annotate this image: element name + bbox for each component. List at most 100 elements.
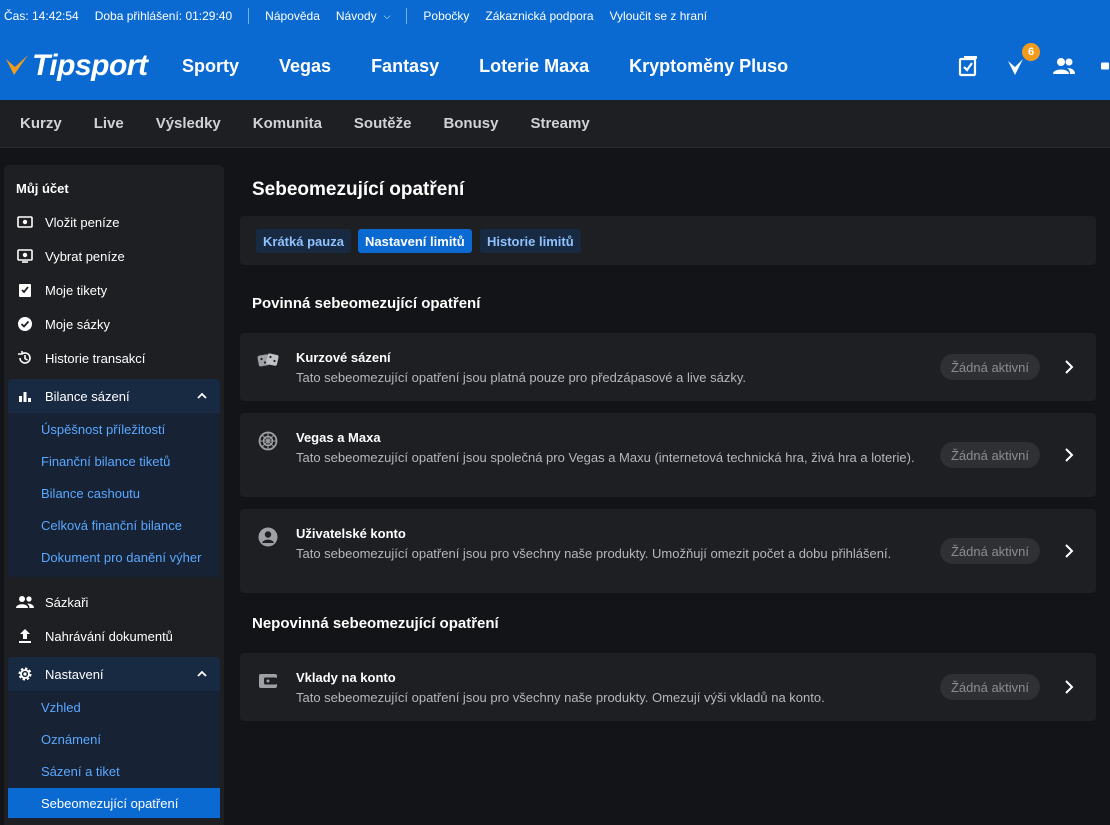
nav-sports[interactable]: Sporty — [182, 56, 239, 77]
guides-dropdown[interactable]: Návody ⌵ — [336, 9, 391, 23]
card-title: Vklady na konto — [296, 670, 396, 685]
roulette-icon — [257, 430, 279, 452]
check-circle-icon — [16, 315, 34, 333]
sidebar-item-label: Sázkaři — [45, 594, 89, 610]
sidebar-item-upload-docs[interactable]: Nahrávání dokumentů — [8, 619, 220, 653]
info-bar: Čas: 14:42:54 Doba přihlášení: 01:29:40 … — [0, 0, 1110, 32]
chevron-down-icon: ⌵ — [383, 10, 391, 21]
section-title-optional: Nepovinná sebeomezující opatření — [252, 615, 499, 632]
card-description: Tato sebeomezující opatření jsou pro vše… — [296, 690, 825, 705]
nav-vegas[interactable]: Vegas — [279, 56, 331, 77]
subnav-kurzy[interactable]: Kurzy — [20, 115, 62, 132]
sidebar-group-betting-balance[interactable]: Bilance sázení — [8, 379, 220, 413]
notification-badge: 6 — [1022, 43, 1040, 61]
sidebar-sub-self-limits[interactable]: Sebeomezující opatření — [8, 788, 220, 818]
sidebar-sub-ticket-balance[interactable]: Finanční bilance tiketů — [41, 454, 170, 469]
tab-limit-settings[interactable]: Nastavení limitů — [358, 229, 472, 253]
chevron-up-icon — [196, 390, 208, 405]
people-icon[interactable] — [1052, 54, 1076, 78]
nav-kryptomeny[interactable]: Kryptoměny Pluso — [629, 56, 788, 77]
sidebar-item-bettors[interactable]: Sázkaři — [8, 585, 220, 619]
page-title: Sebeomezující opatření — [252, 179, 465, 200]
logo-check-icon — [6, 55, 28, 75]
account-icon[interactable] — [1100, 54, 1110, 78]
deposit-icon — [16, 213, 34, 231]
ticket-icon[interactable] — [956, 54, 980, 78]
logo-text: Tipsport — [32, 49, 148, 82]
user-circle-icon — [257, 526, 279, 548]
main-nav: Sporty Vegas Fantasy Loterie Maxa Krypto… — [182, 56, 828, 77]
header-icons: 6 — [932, 32, 1110, 100]
tipsport-logo[interactable]: Tipsport — [4, 49, 182, 83]
subnav-live[interactable]: Live — [94, 115, 124, 132]
branches-link[interactable]: Pobočky — [423, 9, 469, 23]
sidebar-item-withdraw[interactable]: Vybrat peníze — [8, 239, 220, 273]
login-duration-text: Doba přihlášení: 01:29:40 — [94, 9, 233, 23]
sidebar-item-label: Vložit peníze — [45, 214, 120, 230]
sidebar-item-label: Moje tikety — [45, 282, 108, 298]
gear-icon — [16, 665, 34, 683]
nav-fantasy[interactable]: Fantasy — [371, 56, 439, 77]
card-description: Tato sebeomezující opatření jsou pro vše… — [296, 546, 892, 561]
clock-text: Čas: 14:42:54 — [4, 9, 79, 23]
subnav-streamy[interactable]: Streamy — [530, 115, 589, 132]
sidebar-sub-betting-ticket[interactable]: Sázení a tiket — [41, 764, 120, 779]
card-title: Uživatelské konto — [296, 526, 406, 541]
sidebar-item-label: Nahrávání dokumentů — [45, 628, 173, 644]
sidebar-item-label: Historie transakcí — [45, 350, 146, 366]
sidebar-item-bets[interactable]: Moje sázky — [8, 307, 220, 341]
chevron-right-icon — [1062, 544, 1076, 558]
guides-label: Návody — [335, 9, 377, 23]
tab-short-pause[interactable]: Krátká pauza — [256, 229, 351, 253]
sidebar-item-tickets[interactable]: Moje tikety — [8, 273, 220, 307]
divider — [248, 8, 250, 24]
status-badge: Žádná aktivní — [940, 354, 1040, 380]
sidebar-sub-tax-document[interactable]: Dokument pro danění výher — [41, 550, 201, 565]
sidebar-title: Můj účet — [16, 181, 69, 196]
sub-nav: Kurzy Live Výsledky Komunita Soutěže Bon… — [0, 100, 1110, 148]
sidebar-sub-total-balance[interactable]: Celková finanční bilance — [41, 518, 182, 533]
notifications-icon[interactable]: 6 — [1004, 43, 1040, 78]
self-exclusion-link[interactable]: Vyloučit se z hraní — [610, 9, 708, 23]
sidebar-sub-opportunity-success[interactable]: Úspěšnost příležitostí — [41, 422, 165, 437]
account-sidebar: Můj účet Vložit peníze Vybrat peníze Moj… — [4, 165, 224, 825]
history-icon — [16, 349, 34, 367]
help-link[interactable]: Nápověda — [265, 9, 320, 23]
nav-loterie-maxa[interactable]: Loterie Maxa — [479, 56, 589, 77]
sidebar-item-label: Moje sázky — [45, 316, 111, 332]
card-vegas-maxa[interactable]: Vegas a Maxa Tato sebeomezující opatření… — [240, 413, 1096, 497]
wallet-icon — [257, 670, 279, 692]
subnav-souteze[interactable]: Soutěže — [354, 115, 412, 132]
card-title: Kurzové sázení — [296, 350, 391, 365]
card-deposits[interactable]: Vklady na konto Tato sebeomezující opatř… — [240, 653, 1096, 721]
sidebar-item-deposit[interactable]: Vložit peníze — [8, 205, 220, 239]
chevron-right-icon — [1062, 680, 1076, 694]
sidebar-group-label: Nastavení — [45, 666, 104, 682]
dice-icon — [257, 349, 279, 371]
section-title-mandatory: Povinná sebeomezující opatření — [252, 295, 481, 312]
sidebar-betting-submenu: Úspěšnost příležitostí Finanční bilance … — [8, 413, 220, 577]
divider — [406, 8, 408, 24]
sidebar-group-label: Bilance sázení — [45, 388, 130, 404]
tab-limit-history[interactable]: Historie limitů — [480, 229, 581, 253]
upload-icon — [16, 627, 34, 645]
subnav-bonusy[interactable]: Bonusy — [443, 115, 498, 132]
card-description: Tato sebeomezující opatření jsou platná … — [296, 370, 746, 385]
subnav-vysledky[interactable]: Výsledky — [156, 115, 221, 132]
sidebar-item-transactions[interactable]: Historie transakcí — [8, 341, 220, 375]
sidebar-group-settings[interactable]: Nastavení — [8, 657, 220, 691]
sidebar-sub-cashout-balance[interactable]: Bilance cashoutu — [41, 486, 140, 501]
card-description: Tato sebeomezující opatření jsou společn… — [296, 450, 915, 465]
bar-chart-icon — [16, 387, 34, 405]
subnav-komunita[interactable]: Komunita — [253, 115, 322, 132]
status-badge: Žádná aktivní — [940, 538, 1040, 564]
chevron-up-icon — [196, 668, 208, 683]
card-odds-betting[interactable]: Kurzové sázení Tato sebeomezující opatře… — [240, 333, 1096, 401]
people-icon — [16, 593, 34, 611]
chevron-right-icon — [1062, 360, 1076, 374]
sidebar-sub-appearance[interactable]: Vzhled — [41, 700, 81, 715]
card-title: Vegas a Maxa — [296, 430, 381, 445]
card-user-account[interactable]: Uživatelské konto Tato sebeomezující opa… — [240, 509, 1096, 593]
support-link[interactable]: Zákaznická podpora — [485, 9, 593, 23]
sidebar-sub-notifications[interactable]: Oznámení — [41, 732, 101, 747]
